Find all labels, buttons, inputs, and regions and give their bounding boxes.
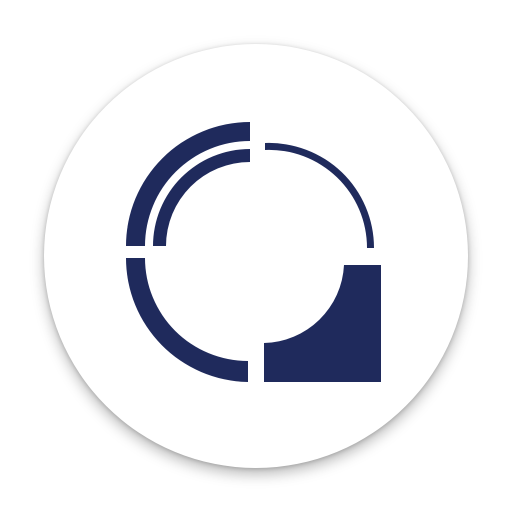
app-icon-canvas	[0, 0, 512, 512]
logo-outer-arc-bottom-left	[125, 258, 248, 382]
app-logo-icon	[125, 122, 381, 382]
logo-stem-and-bowl	[264, 265, 381, 382]
logo-thin-arc-top-right	[265, 142, 375, 248]
